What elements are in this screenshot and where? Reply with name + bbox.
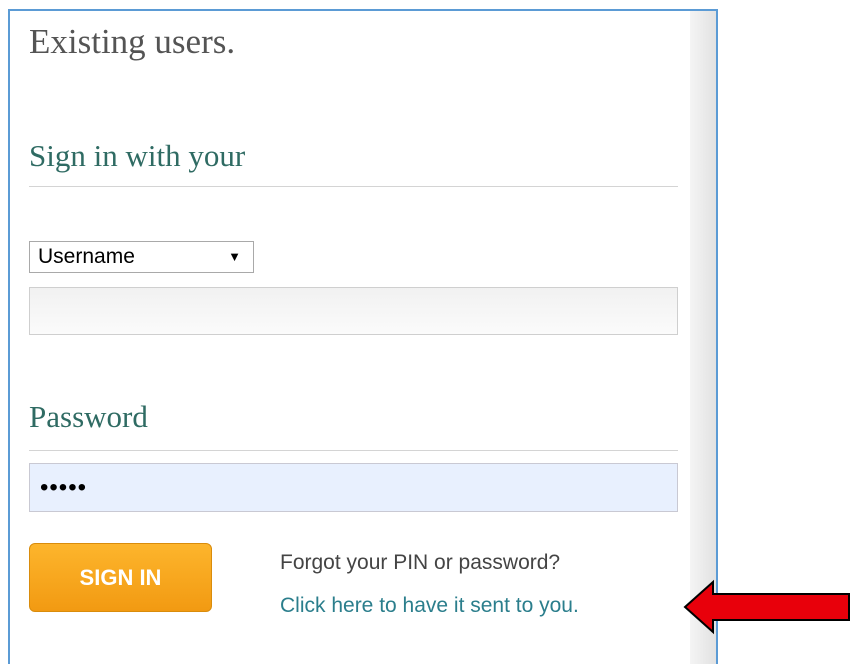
divider	[29, 186, 678, 187]
panel-scroll-shadow	[690, 11, 716, 664]
chevron-down-icon: ▼	[228, 249, 241, 264]
red-arrow-icon	[683, 579, 850, 635]
id-type-select-value: Username	[38, 245, 135, 268]
sign-in-with-heading: Sign in with your	[29, 138, 246, 173]
forgot-password-link[interactable]: Click here to have it sent to you.	[280, 594, 579, 618]
password-input[interactable]: •••••	[29, 463, 678, 512]
sign-in-button[interactable]: SIGN IN	[29, 543, 212, 612]
page-title: Existing users.	[29, 22, 236, 61]
forgot-password-prompt: Forgot your PIN or password?	[280, 551, 561, 574]
divider	[29, 450, 678, 451]
id-type-select[interactable]: Username ▼	[29, 241, 254, 273]
password-heading: Password	[29, 399, 148, 434]
username-input[interactable]	[29, 287, 678, 335]
